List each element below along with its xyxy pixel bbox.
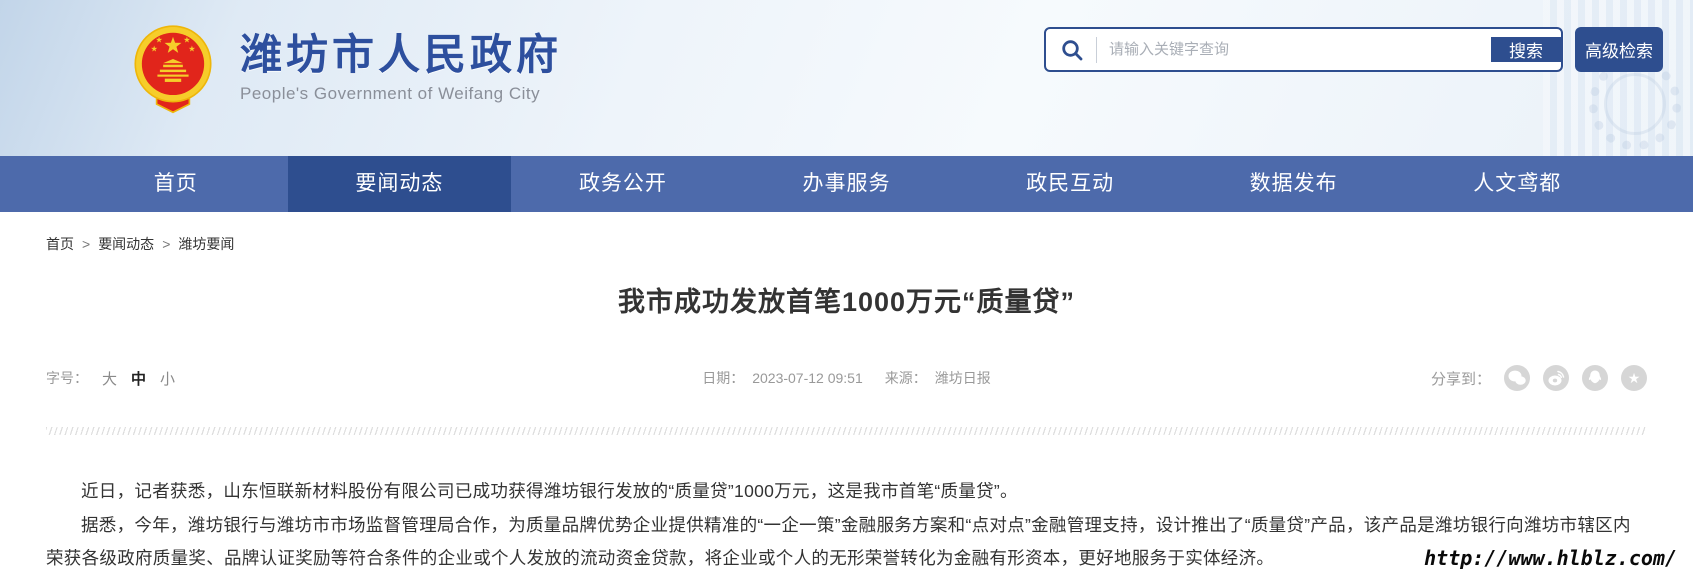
svg-text:★: ★ — [183, 36, 190, 45]
qzone-share-icon[interactable]: ★ — [1621, 365, 1647, 391]
svg-text:★: ★ — [150, 45, 157, 54]
nav-item-home[interactable]: 首页 — [64, 156, 288, 212]
search-box: 搜索 — [1044, 27, 1563, 72]
article-date: 2023-07-12 09:51 — [752, 370, 863, 386]
site-subtitle: People's Government of Weifang City — [240, 84, 562, 104]
breadcrumb-home[interactable]: 首页 — [46, 234, 74, 254]
page: ★ ★ ★ ★ 潍坊市人民政府 People's Government of W… — [0, 0, 1693, 574]
article-paragraph: 近日，记者获悉，山东恒联新材料股份有限公司已成功获得潍坊银行发放的“质量贷”10… — [46, 475, 1647, 509]
font-size-medium[interactable]: 中 — [131, 368, 146, 389]
font-size-control: 字号： 大 中 小 — [46, 368, 466, 389]
search-icon — [1060, 38, 1084, 62]
svg-text:★: ★ — [155, 36, 162, 45]
article-title: 我市成功发放首笔1000万元“质量贷” — [46, 280, 1647, 319]
breadcrumb-separator: > — [82, 236, 90, 252]
font-size-small[interactable]: 小 — [160, 368, 175, 389]
article-source: 潍坊日报 — [935, 370, 991, 386]
breadcrumb-separator: > — [162, 236, 170, 252]
breadcrumb: 首页 > 要闻动态 > 潍坊要闻 — [46, 212, 1647, 254]
qq-share-icon[interactable] — [1582, 365, 1608, 391]
article-body: 近日，记者获悉，山东恒联新材料股份有限公司已成功获得潍坊银行发放的“质量贷”10… — [46, 435, 1647, 574]
share-label: 分享到： — [1431, 368, 1491, 389]
font-size-label: 字号： — [46, 368, 88, 388]
hatched-divider — [46, 427, 1647, 435]
main-content: 首页 > 要闻动态 > 潍坊要闻 我市成功发放首笔1000万元“质量贷” 字号：… — [0, 212, 1693, 574]
site-title: 潍坊市人民政府 — [240, 32, 562, 78]
nav-item-services[interactable]: 办事服务 — [735, 156, 959, 212]
nav-item-culture[interactable]: 人文鸢都 — [1405, 156, 1629, 212]
search-input[interactable] — [1097, 29, 1491, 70]
search-area: 搜索 高级检索 — [1044, 27, 1663, 72]
breadcrumb-weifang-news[interactable]: 潍坊要闻 — [178, 234, 234, 254]
nav-item-gov-affairs[interactable]: 政务公开 — [511, 156, 735, 212]
source-label: 来源： — [885, 370, 927, 386]
search-button[interactable]: 搜索 — [1491, 37, 1561, 62]
site-header: ★ ★ ★ ★ 潍坊市人民政府 People's Government of W… — [0, 0, 1693, 156]
breadcrumb-news[interactable]: 要闻动态 — [98, 234, 154, 254]
svg-text:★: ★ — [1628, 370, 1641, 386]
advanced-search-button[interactable]: 高级检索 — [1575, 27, 1663, 72]
date-source: 日期： 2023-07-12 09:51 来源： 潍坊日报 — [466, 368, 1227, 388]
nav-item-data[interactable]: 数据发布 — [1182, 156, 1406, 212]
nav-item-interaction[interactable]: 政民互动 — [958, 156, 1182, 212]
brand-text: 潍坊市人民政府 People's Government of Weifang C… — [240, 32, 562, 104]
site-logo[interactable]: ★ ★ ★ ★ 潍坊市人民政府 People's Government of W… — [132, 22, 562, 114]
svg-text:★: ★ — [188, 45, 195, 54]
date-label: 日期： — [702, 370, 744, 386]
wechat-share-icon[interactable] — [1504, 365, 1530, 391]
national-emblem-icon: ★ ★ ★ ★ — [132, 22, 214, 114]
share-bar: 分享到： ★ — [1227, 365, 1647, 391]
weibo-share-icon[interactable] — [1543, 365, 1569, 391]
nav-item-news[interactable]: 要闻动态 — [288, 156, 512, 212]
site-watermark: http://www.hlblz.com/ — [1424, 546, 1677, 570]
article-meta: 字号： 大 中 小 日期： 2023-07-12 09:51 来源： 潍坊日报 分享到… — [46, 365, 1647, 391]
article-paragraph: 据悉，今年，潍坊银行与潍坊市市场监督管理局合作，为质量品牌优势企业提供精准的“一… — [46, 509, 1647, 574]
main-nav: 首页 要闻动态 政务公开 办事服务 政民互动 数据发布 人文鸢都 — [0, 156, 1693, 212]
font-size-large[interactable]: 大 — [102, 368, 117, 389]
